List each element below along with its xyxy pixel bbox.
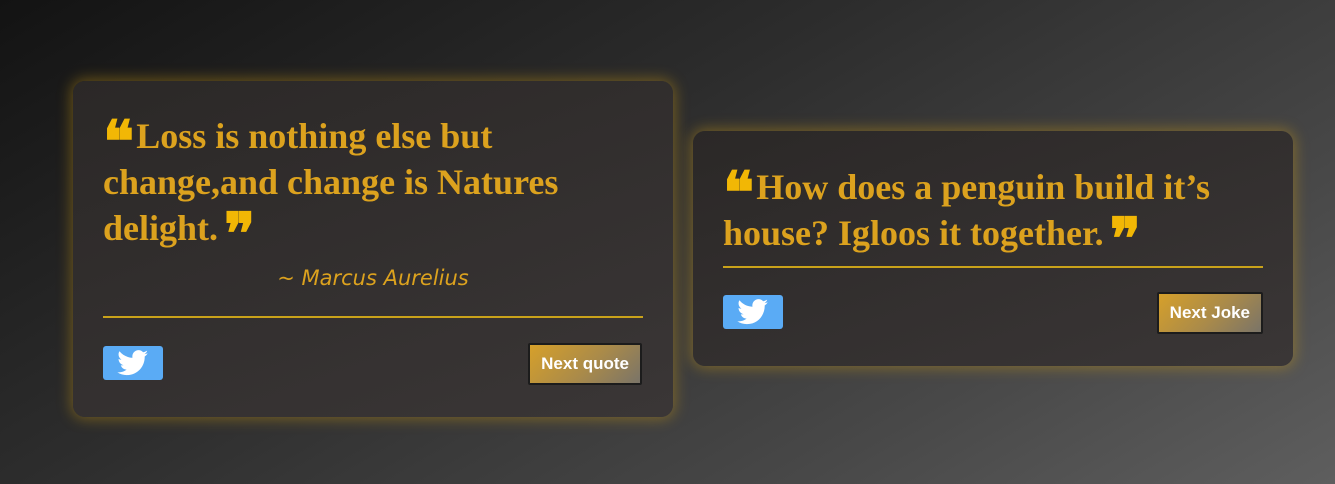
twitter-icon (117, 350, 149, 376)
quote-author: ~ Marcus Aurelius (277, 266, 469, 290)
open-quote-icon: ❝ (103, 108, 134, 176)
quote-text: Loss is nothing else but change,and chan… (103, 116, 559, 248)
close-quote-icon: ❞ (1109, 205, 1141, 273)
joke-text-block: ❝ How does a penguin build it’s house? Ig… (723, 159, 1263, 273)
next-quote-button[interactable]: Next quote (528, 343, 642, 385)
next-joke-button[interactable]: Next Joke (1156, 292, 1263, 334)
joke-card: ❝ How does a penguin build it’s house? Ig… (693, 131, 1293, 366)
quote-divider (103, 316, 643, 318)
tweet-joke-button[interactable] (723, 295, 783, 329)
open-quote-icon: ❝ (723, 159, 754, 227)
twitter-icon (737, 299, 769, 325)
joke-text: How does a penguin build it’s house? Igl… (723, 167, 1211, 253)
quote-card: ❝ Loss is nothing else but change,and cha… (73, 81, 673, 417)
joke-divider (723, 266, 1263, 268)
quote-text-block: ❝ Loss is nothing else but change,and cha… (103, 108, 643, 268)
close-quote-icon: ❞ (224, 200, 255, 268)
tweet-quote-button[interactable] (103, 346, 163, 380)
